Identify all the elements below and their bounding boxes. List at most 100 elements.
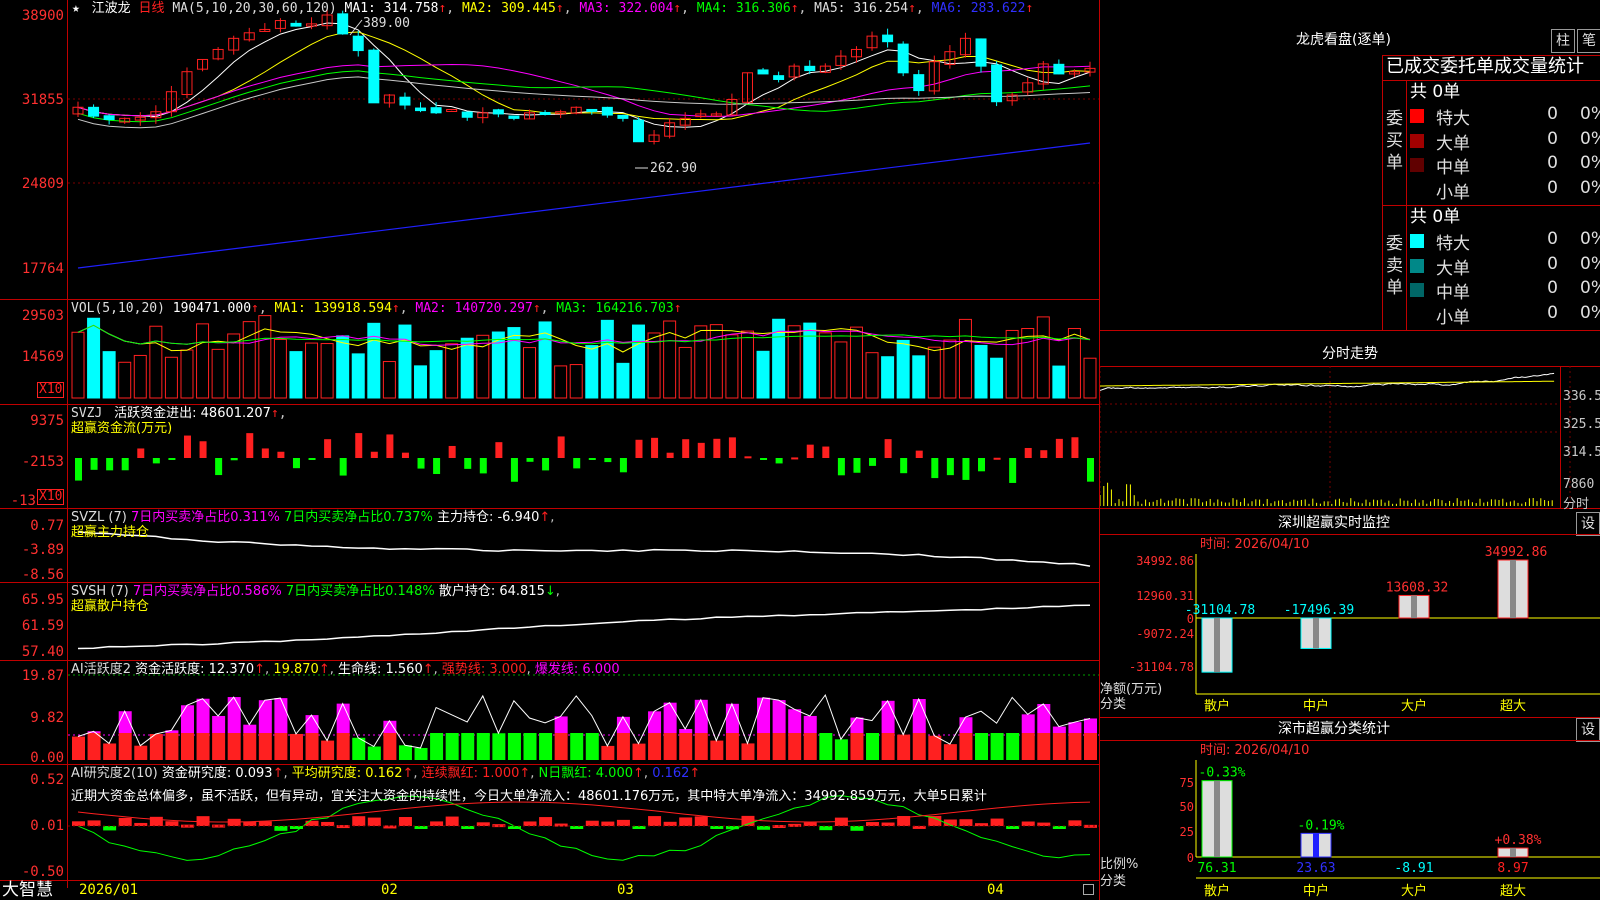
research-bar <box>990 818 1004 826</box>
activity-bar-top <box>1037 703 1051 733</box>
high-label: 389.00 <box>363 16 410 31</box>
candle-body <box>804 65 816 72</box>
color-swatch <box>1410 182 1424 197</box>
research-bar <box>414 826 428 829</box>
flow-bar <box>1040 450 1048 458</box>
flow-bar <box>183 435 191 458</box>
vol-ma2: MA2: 140720.297 <box>415 301 533 316</box>
activity-bar <box>912 733 926 760</box>
ai2-t4: N日飘红: 4.000 <box>538 766 634 781</box>
intraday-tick-1: 336.5 <box>1563 389 1600 404</box>
activity-bar <box>398 745 412 760</box>
ai1-header: AI活跃度2 资金活跃度: 12.370↑, 19.870↑, 生命线: 1.5… <box>71 662 620 677</box>
activity-bar <box>87 733 101 760</box>
flow-bar <box>666 452 674 458</box>
candle-body <box>1053 63 1065 75</box>
activity-bar <box>492 733 506 760</box>
activity-bar <box>866 733 880 760</box>
lock-icon[interactable] <box>1083 884 1094 895</box>
order-type-label: 中单 <box>1436 158 1470 178</box>
flow-bar <box>931 458 939 479</box>
order-type-label: 中单 <box>1436 283 1470 303</box>
tick-mode-button[interactable]: 笔 <box>1577 29 1600 53</box>
volume-bar <box>585 345 599 399</box>
volume-bar <box>600 319 614 399</box>
sc-settings-button[interactable]: 设 <box>1576 718 1600 742</box>
candle-body <box>352 35 364 52</box>
volume-bar <box>818 332 832 399</box>
ma2-arrow: ↑ <box>555 1 564 16</box>
research-bar <box>570 826 584 829</box>
research-bar <box>430 821 444 826</box>
sz-settings-button[interactable]: 设 <box>1576 512 1600 536</box>
ma1-arrow: ↑ <box>438 1 447 16</box>
activity-bar-top <box>694 699 708 733</box>
volume-bar <box>445 343 459 399</box>
volume-bar <box>678 346 692 399</box>
svzj-sub: 超赢资金流(万元) <box>71 421 173 436</box>
svzj-tick-1: 9375 <box>30 413 64 429</box>
flow-bar <box>324 439 332 458</box>
research-bar <box>803 822 817 826</box>
research-bar <box>694 816 708 826</box>
order-percent: 0% <box>1580 104 1600 124</box>
research-bar <box>72 821 85 826</box>
svzl-header: SVZL (7) 7日内买卖净占比0.311% 7日内买卖净占比0.737% 主… <box>71 510 555 525</box>
flow-bar <box>215 458 223 476</box>
svsh-sub: 超赢散户持仓 <box>71 599 150 614</box>
bar-mode-button[interactable]: 柱 <box>1551 29 1575 53</box>
volume-bar <box>351 353 365 399</box>
flow-bar <box>993 457 1001 460</box>
activity-bar <box>679 733 693 760</box>
sz-bar-shade <box>1411 595 1417 618</box>
ai2-t1: 资金研究度: 0.093 <box>161 766 273 781</box>
activity-bar <box>305 733 319 760</box>
sc-top-label: -0.33% <box>1199 766 1246 781</box>
volume-bar <box>133 354 147 399</box>
sc-category-label: 散户 <box>1204 883 1230 899</box>
sc-bar-shade <box>1510 848 1516 857</box>
ai1-tick-2: 9.82 <box>30 710 64 726</box>
flow-bar <box>168 458 176 460</box>
flow-bar <box>417 458 425 469</box>
volume-bar <box>803 322 817 399</box>
y-tick-4: 17764 <box>21 261 64 277</box>
chart-area[interactable]: ★ 江波龙 日线 MA(5,10,20,30,60,120) MA1: 314.… <box>0 0 1100 900</box>
activity-bar <box>180 733 194 760</box>
intraday-tick-2: 325.5 <box>1563 417 1600 432</box>
ma5-value: MA5: 316.254 <box>814 1 909 16</box>
sz-ytick: 12960.31 <box>1136 589 1194 603</box>
buy-row: 中单 0 0% <box>1410 153 1600 178</box>
sc-top-label: +0.38% <box>1495 833 1542 848</box>
svsh-header: SVSH (7) 7日内买卖净占比0.586% 7日内买卖净占比0.148% 散… <box>71 584 560 599</box>
volume-bar <box>180 349 194 399</box>
research-bar <box>523 821 537 826</box>
activity-bar <box>321 740 335 760</box>
sz-ylabel: 净额(万元) <box>1100 682 1163 697</box>
candle-body <box>399 96 411 106</box>
activity-bar <box>694 733 708 760</box>
period-label[interactable]: 日线 <box>139 1 165 16</box>
volume-bar <box>631 324 645 399</box>
brand-label[interactable]: 大智慧 <box>2 881 53 900</box>
flow-bar <box>339 458 347 476</box>
flow-bar <box>121 458 129 471</box>
color-swatch <box>1410 133 1424 148</box>
activity-bar <box>928 735 942 760</box>
candle-body <box>539 111 551 115</box>
flow-bar <box>448 445 456 458</box>
flow-bar <box>791 457 799 460</box>
flow-bar <box>744 456 752 459</box>
research-bar <box>398 817 412 826</box>
ma3-arrow: ↑ <box>673 1 682 16</box>
candle-body <box>601 106 613 116</box>
activity-bar <box>1037 733 1051 760</box>
svzl-sub: 超赢主力持仓 <box>71 525 150 540</box>
order-percent: 0% <box>1580 229 1600 249</box>
star-icon[interactable]: ★ <box>72 1 80 16</box>
volume-bar <box>958 318 972 399</box>
research-bar <box>321 821 335 826</box>
flow-bar <box>464 458 472 469</box>
sz-category-label: 超大 <box>1500 699 1526 714</box>
activity-bar <box>258 733 272 760</box>
